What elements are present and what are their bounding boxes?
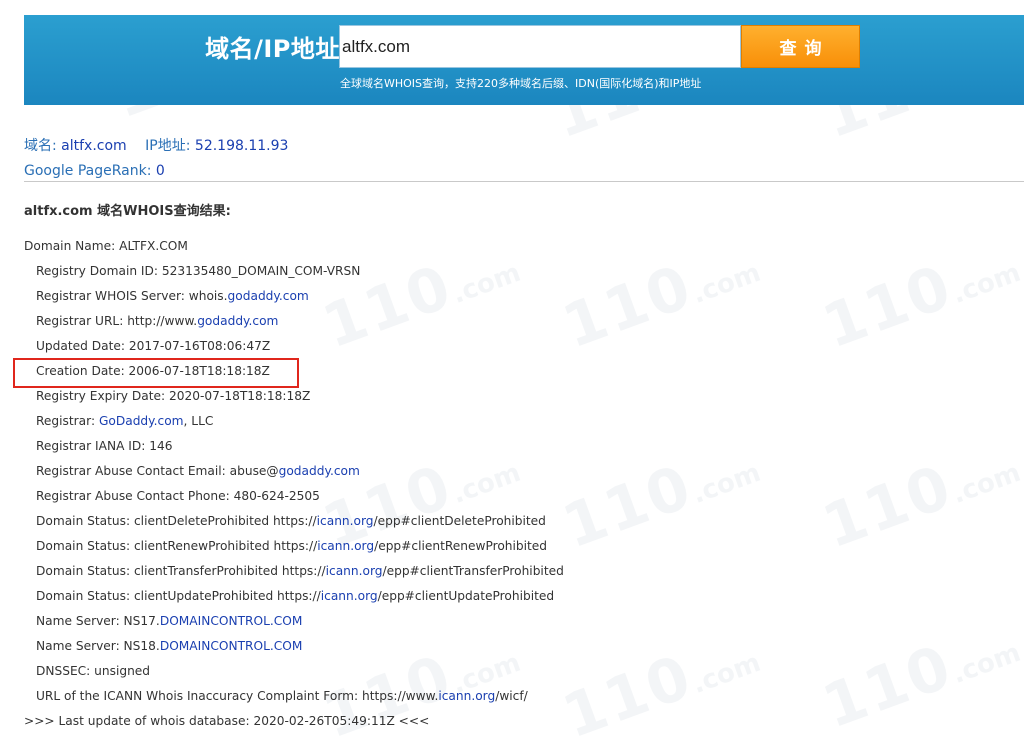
- whois-line-whois-server: Registrar WHOIS Server: whois.godaddy.co…: [36, 289, 309, 303]
- whois-line-domain-status: Domain Status: clientTransferProhibited …: [36, 564, 564, 578]
- godaddy-link[interactable]: godaddy.com: [197, 314, 278, 328]
- watermark: 110.com: [554, 251, 765, 363]
- domain-info: 域名: altfx.com IP地址: 52.198.11.93 Google …: [24, 134, 288, 184]
- domain-label: 域名:: [24, 138, 57, 154]
- whois-line-dnssec: DNSSEC: unsigned: [36, 664, 151, 678]
- ip-label: IP地址:: [145, 138, 191, 154]
- whois-line-domain-name: Domain Name: ALTFX.COM: [24, 239, 188, 253]
- whois-line-name-server: Name Server: NS17.DOMAINCONTROL.COM: [36, 614, 303, 628]
- search-banner: 域名/IP地址: 查询 全球域名WHOIS查询，支持220多种域名后缀、IDN(…: [24, 15, 1024, 105]
- search-label: 域名/IP地址:: [205, 35, 350, 63]
- search-hint: 全球域名WHOIS查询，支持220多种域名后缀、IDN(国际化域名)和IP地址: [340, 77, 702, 90]
- domain-value: altfx.com: [61, 138, 127, 154]
- domain-ip-row: 域名: altfx.com IP地址: 52.198.11.93: [24, 134, 288, 159]
- creation-date-highlight: [13, 358, 299, 388]
- ip-value: 52.198.11.93: [194, 138, 289, 154]
- whois-line-abuse-email: Registrar Abuse Contact Email: abuse@god…: [36, 464, 360, 478]
- icann-link[interactable]: icann.org: [317, 514, 374, 528]
- whois-line-domain-status: Domain Status: clientDeleteProhibited ht…: [36, 514, 546, 528]
- watermark: 110.com: [814, 631, 1025, 743]
- pagerank-value: 0: [155, 163, 165, 179]
- query-button[interactable]: 查询: [741, 25, 860, 68]
- godaddy-link[interactable]: godaddy.com: [228, 289, 309, 303]
- domaincontrol-link[interactable]: DOMAINCONTROL.COM: [160, 614, 303, 628]
- whois-line-registrar-url: Registrar URL: http://www.godaddy.com: [36, 314, 279, 328]
- whois-line-iana-id: Registrar IANA ID: 146: [36, 439, 173, 453]
- watermark: 110.com: [554, 641, 765, 753]
- watermark: 110.com: [814, 251, 1025, 363]
- pagerank-label: Google PageRank:: [24, 163, 152, 179]
- result-title: altfx.com 域名WHOIS查询结果:: [24, 204, 231, 219]
- whois-result: Domain Name: ALTFX.COM Registry Domain I…: [24, 234, 564, 734]
- whois-line-registry-domain-id: Registry Domain ID: 523135480_DOMAIN_COM…: [36, 264, 361, 278]
- domaincontrol-link[interactable]: DOMAINCONTROL.COM: [160, 639, 303, 653]
- whois-line-last-update: >>> Last update of whois database: 2020-…: [24, 714, 430, 728]
- watermark: 110.com: [554, 451, 765, 563]
- whois-line-domain-status: Domain Status: clientRenewProhibited htt…: [36, 539, 548, 553]
- whois-line-abuse-phone: Registrar Abuse Contact Phone: 480-624-2…: [36, 489, 320, 503]
- godaddy-link[interactable]: godaddy.com: [279, 464, 360, 478]
- icann-link[interactable]: icann.org: [326, 564, 383, 578]
- icann-link[interactable]: icann.org: [317, 539, 374, 553]
- icann-link[interactable]: icann.org: [321, 589, 378, 603]
- whois-line-domain-status: Domain Status: clientUpdateProhibited ht…: [36, 589, 555, 603]
- whois-line-icann-form: URL of the ICANN Whois Inaccuracy Compla…: [36, 689, 528, 703]
- whois-line-name-server: Name Server: NS18.DOMAINCONTROL.COM: [36, 639, 303, 653]
- whois-line-updated-date: Updated Date: 2017-07-16T08:06:47Z: [36, 339, 271, 353]
- godaddy-link[interactable]: GoDaddy.com: [99, 414, 184, 428]
- domain-search-input[interactable]: [339, 25, 741, 68]
- watermark: 110.com: [814, 451, 1025, 563]
- divider: [24, 181, 1024, 182]
- icann-link[interactable]: icann.org: [438, 689, 495, 703]
- whois-line-registrar: Registrar: GoDaddy.com, LLC: [36, 414, 214, 428]
